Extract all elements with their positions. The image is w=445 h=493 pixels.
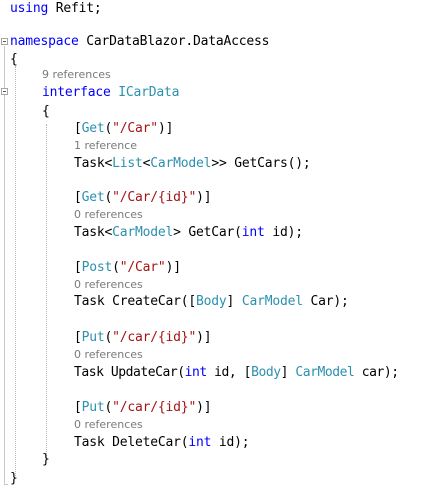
code-line-attribute[interactable]: [Put("/car/{id}")]: [74, 399, 212, 417]
punct: )]: [196, 400, 212, 415]
code-line-method-createcar[interactable]: Task CreateCar([Body] CarModel Car);: [74, 293, 349, 311]
keyword: using: [10, 1, 49, 16]
code-line-method-getcars[interactable]: Task<List<CarModel>> GetCars();: [74, 155, 311, 173]
keyword: int: [188, 435, 212, 450]
punct: [: [74, 330, 82, 345]
code-line-method-deletecar[interactable]: Task DeleteCar(int id);: [74, 434, 250, 452]
codelens-references[interactable]: 1 reference: [74, 139, 137, 153]
namespace-ref: Refit;: [48, 1, 102, 16]
codelens-references[interactable]: 0 references: [74, 278, 143, 292]
code-text: Task<: [74, 156, 113, 171]
attribute-name: Post: [81, 260, 113, 275]
code-line-attribute[interactable]: [Get("/Car")]: [74, 120, 173, 138]
indent-guide-namespace: [15, 66, 16, 476]
attribute-name: Get: [81, 190, 105, 205]
string-literal: "/Car": [119, 260, 166, 275]
outline-line-interface: [4, 96, 5, 466]
type-name: CarModel: [295, 365, 355, 380]
code-line-open-brace[interactable]: {: [10, 51, 18, 69]
namespace-name: CarDataBlazor.DataAccess: [78, 34, 270, 49]
attribute-name: Put: [81, 330, 105, 345]
punct: [: [74, 400, 82, 415]
code-text: Task DeleteCar(: [74, 435, 189, 450]
indent-guide-interface: [46, 124, 47, 460]
attribute-name: Body: [251, 365, 281, 380]
code-text: Task CreateCar([: [74, 294, 197, 309]
attribute-name: Get: [81, 121, 105, 136]
brace: }: [42, 452, 50, 467]
code-text: Task<: [74, 225, 113, 240]
string-literal: "/car/{id}": [112, 400, 197, 415]
code-line-attribute[interactable]: [Post("/Car")]: [74, 259, 181, 277]
code-line-open-brace[interactable]: {: [42, 103, 50, 121]
codelens-references[interactable]: 9 references: [42, 68, 111, 82]
code-line-close-brace[interactable]: }: [10, 470, 18, 488]
punct: [: [74, 121, 82, 136]
keyword: int: [184, 365, 208, 380]
type-name: CarModel: [150, 156, 212, 171]
punct: [: [74, 260, 82, 275]
code-text: > GetCar(: [173, 225, 242, 240]
keyword: namespace: [10, 34, 79, 49]
punct: (: [112, 260, 120, 275]
code-line-method-updatecar[interactable]: Task UpdateCar(int id, [Body] CarModel c…: [74, 364, 399, 382]
brace: {: [42, 104, 50, 119]
code-line-attribute[interactable]: [Get("/Car/{id}")]: [74, 189, 212, 207]
punct: )]: [157, 121, 174, 136]
type-name: List: [112, 156, 143, 171]
outline-end-namespace: [4, 484, 8, 485]
code-editor[interactable]: using Refit; namespace CarDataBlazor.Dat…: [0, 0, 445, 493]
type-name: CarModel: [241, 294, 303, 309]
code-text: >> GetCars();: [211, 156, 311, 171]
string-literal: "/Car": [112, 121, 158, 136]
code-line-interface[interactable]: interface ICarData: [42, 84, 179, 102]
string-literal: "/Car/{id}": [112, 190, 197, 205]
code-line-close-brace[interactable]: }: [42, 451, 50, 469]
code-line-using[interactable]: using Refit;: [10, 0, 102, 18]
codelens-references[interactable]: 0 references: [74, 348, 143, 362]
code-text: id, [: [206, 365, 252, 380]
keyword: interface: [42, 85, 111, 100]
code-text: Task UpdateCar(: [74, 365, 185, 380]
brace: {: [10, 52, 18, 67]
brace: }: [10, 471, 18, 486]
collapse-namespace-icon[interactable]: [1, 38, 8, 45]
punct: [: [74, 190, 82, 205]
type-name: ICarData: [118, 85, 180, 100]
code-line-method-getcar[interactable]: Task<CarModel> GetCar(int id);: [74, 224, 303, 242]
code-text: id);: [211, 435, 250, 450]
punct: )]: [196, 190, 212, 205]
code-text: ]: [226, 294, 242, 309]
codelens-references[interactable]: 0 references: [74, 418, 143, 432]
codelens-references[interactable]: 0 references: [74, 208, 143, 222]
code-text: ]: [280, 365, 296, 380]
type-name: CarModel: [112, 225, 174, 240]
collapse-interface-icon[interactable]: [1, 88, 8, 95]
code-text: car);: [354, 365, 399, 380]
keyword: int: [241, 225, 265, 240]
string-literal: "/car/{id}": [112, 330, 197, 345]
code-line-attribute[interactable]: [Put("/car/{id}")]: [74, 329, 212, 347]
attribute-name: Put: [81, 400, 105, 415]
punct: )]: [165, 260, 181, 275]
code-text: Car);: [302, 294, 349, 309]
attribute-name: Body: [196, 294, 227, 309]
punct: )]: [196, 330, 212, 345]
code-line-namespace[interactable]: namespace CarDataBlazor.DataAccess: [10, 33, 270, 51]
code-text: id);: [264, 225, 303, 240]
